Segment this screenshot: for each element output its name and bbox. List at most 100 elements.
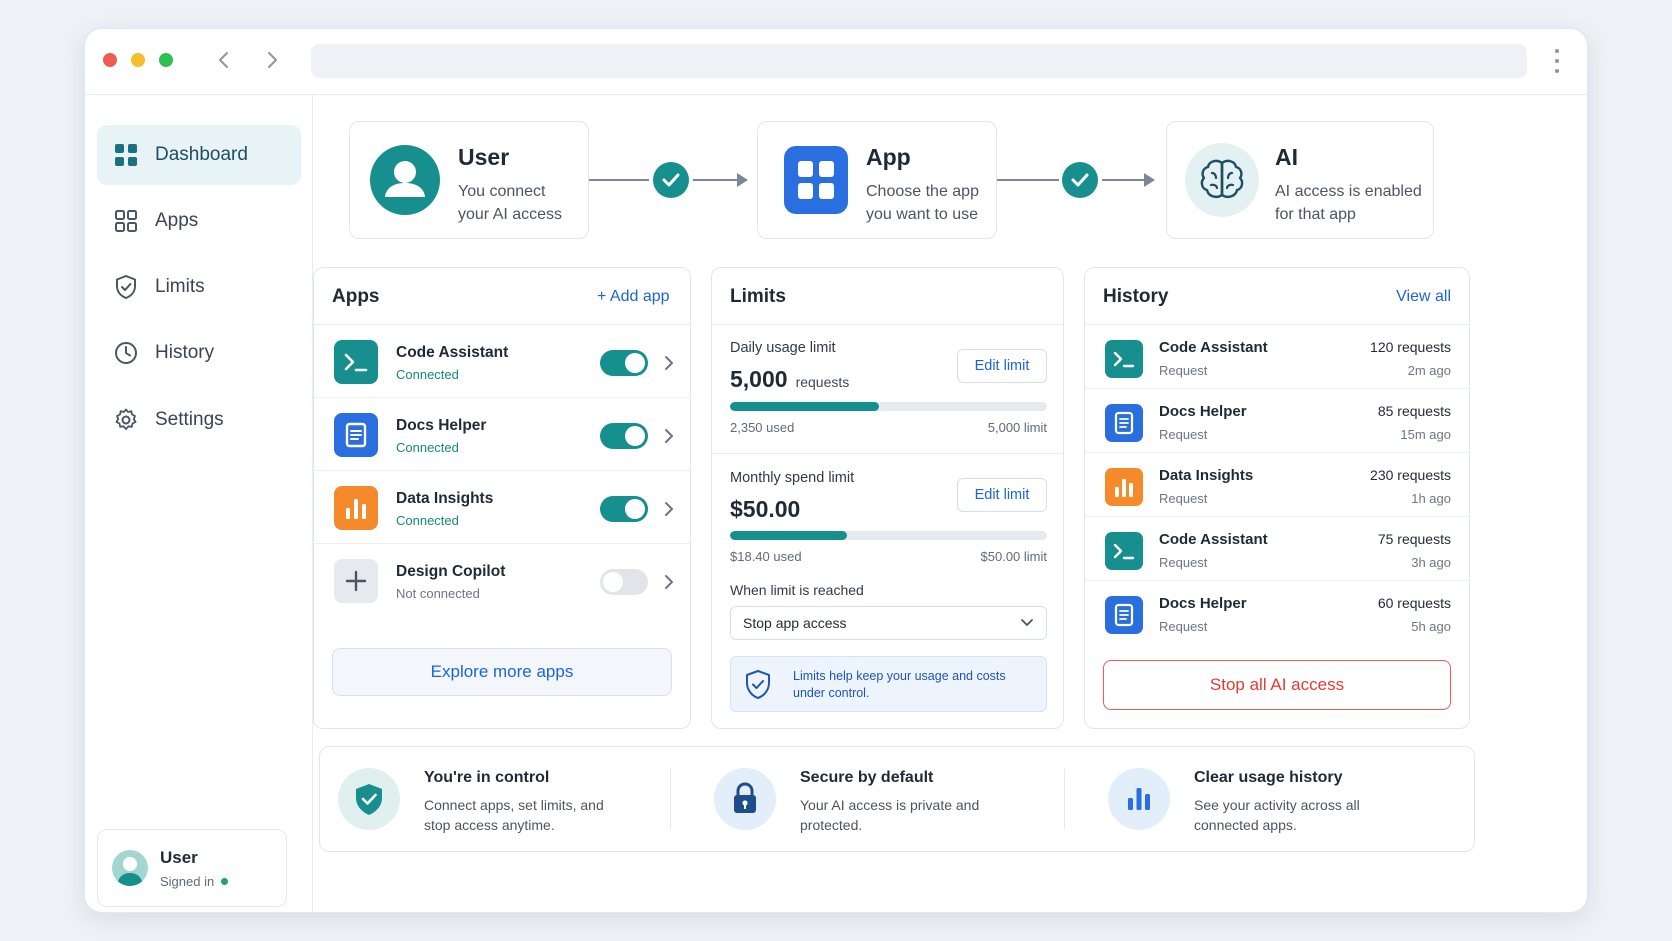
app-name: Code Assistant <box>396 344 509 361</box>
close-window-button[interactable] <box>103 53 117 67</box>
user-profile-card[interactable]: User Signed in <box>97 829 287 907</box>
sidebar-item-limits[interactable]: Limits <box>97 257 301 317</box>
history-row[interactable]: Code Assistant Request 120 requests 2m a… <box>1085 325 1469 389</box>
app-row[interactable]: Docs Helper Connected <box>314 398 690 471</box>
history-row[interactable]: Docs Helper Request 85 requests 15m ago <box>1085 389 1469 453</box>
history-app-name: Code Assistant <box>1159 339 1268 356</box>
app-row[interactable]: Design Copilot Not connected <box>314 544 690 617</box>
brain-icon <box>1185 143 1259 217</box>
chevron-right-icon[interactable] <box>662 501 676 517</box>
history-count: 60 requests <box>1377 595 1451 611</box>
flow-title: User <box>458 144 510 170</box>
sidebar-item-label: Limits <box>155 276 205 297</box>
terminal-icon <box>1105 340 1143 378</box>
app-status: Connected <box>396 367 459 382</box>
divider <box>1064 769 1065 829</box>
flow-description: AI access is enabled for that app <box>1275 183 1422 223</box>
edit-monthly-limit-button[interactable]: Edit limit <box>957 478 1047 512</box>
limits-info-text: Limits help keep your usage and costs un… <box>793 669 1006 700</box>
avatar <box>112 850 148 886</box>
plus-icon <box>334 559 378 603</box>
history-count: 120 requests <box>1370 339 1451 355</box>
flow-step-ai: AI AI access is enabled for that app <box>1166 121 1434 239</box>
app-status: Connected <box>396 513 459 528</box>
feature-title: You're in control <box>424 769 550 786</box>
history-type: Request <box>1159 491 1208 506</box>
document-icon <box>1105 404 1143 442</box>
edit-daily-limit-button[interactable]: Edit limit <box>957 349 1047 383</box>
panel-title: Limits <box>730 286 786 307</box>
flow-step-user: User You connect your AI access <box>349 121 589 239</box>
minimize-window-button[interactable] <box>131 53 145 67</box>
sidebar-item-label: Settings <box>155 409 224 430</box>
sidebar-item-label: Dashboard <box>155 144 248 165</box>
history-row[interactable]: Data Insights Request 230 requests 1h ag… <box>1085 453 1469 517</box>
flow-connector <box>1102 179 1148 181</box>
app-toggle[interactable] <box>600 496 648 522</box>
back-arrow-icon[interactable] <box>211 47 237 73</box>
explore-more-apps-button[interactable]: Explore more apps <box>332 648 672 696</box>
check-icon <box>653 162 689 198</box>
flow-description: You connect your AI access <box>458 183 563 223</box>
sidebar-item-apps[interactable]: Apps <box>97 191 301 251</box>
grid-icon <box>115 144 137 166</box>
browser-window: Dashboard Apps Limits History Settings U… <box>84 28 1588 913</box>
features-bar: You're in control Connect apps, set limi… <box>319 746 1475 852</box>
app-row[interactable]: Code Assistant Connected <box>314 325 690 398</box>
history-type: Request <box>1159 427 1208 442</box>
flow-description: Choose the app you want to use <box>866 183 979 223</box>
feature-description: Connect apps, set limits, and stop acces… <box>424 797 604 833</box>
chevron-right-icon[interactable] <box>662 355 676 371</box>
app-toggle[interactable] <box>600 350 648 376</box>
arrow-right-icon <box>737 173 748 187</box>
app-toggle[interactable] <box>600 569 648 595</box>
gear-icon <box>115 408 137 430</box>
limits-info-note: Limits help keep your usage and costs un… <box>730 656 1047 712</box>
shield-check-icon <box>746 670 770 699</box>
app-status: Connected <box>396 440 459 455</box>
history-row[interactable]: Docs Helper Request 60 requests 5h ago <box>1085 581 1469 645</box>
maximize-window-button[interactable] <box>159 53 173 67</box>
flow-step-app: App Choose the app you want to use <box>757 121 997 239</box>
limit-action-select[interactable]: Stop app access <box>730 606 1047 640</box>
sidebar: Dashboard Apps Limits History Settings U… <box>85 95 313 912</box>
sidebar-item-dashboard[interactable]: Dashboard <box>97 125 301 185</box>
limit-action-value: Stop app access <box>743 615 847 631</box>
daily-limit-label: Daily usage limit <box>730 340 836 356</box>
user-icon <box>370 145 440 215</box>
apps-icon <box>115 210 137 232</box>
view-all-link[interactable]: View all <box>1396 288 1451 306</box>
sidebar-item-history[interactable]: History <box>97 323 301 383</box>
flow-connector <box>997 179 1059 181</box>
chevron-right-icon[interactable] <box>662 574 676 590</box>
history-time: 5h ago <box>1411 619 1451 634</box>
monthly-spend-footer: $18.40 used $50.00 limit <box>730 549 1047 564</box>
forward-arrow-icon[interactable] <box>259 47 285 73</box>
flow-title: AI <box>1275 144 1298 170</box>
history-row[interactable]: Code Assistant Request 75 requests 3h ag… <box>1085 517 1469 581</box>
check-icon <box>1062 162 1098 198</box>
app-status: Not connected <box>396 586 480 601</box>
history-panel: History View all Code Assistant Request … <box>1084 267 1470 729</box>
chevron-right-icon[interactable] <box>662 428 676 444</box>
history-app-name: Docs Helper <box>1159 595 1247 612</box>
history-app-name: Code Assistant <box>1159 531 1268 548</box>
more-menu-icon[interactable] <box>1545 47 1569 75</box>
address-bar[interactable] <box>311 44 1527 78</box>
add-app-button[interactable]: + Add app <box>597 288 670 306</box>
document-icon <box>1105 596 1143 634</box>
app-row[interactable]: Data Insights Connected <box>314 471 690 544</box>
feature-usage-history: Clear usage history See your activity ac… <box>1090 747 1470 853</box>
bar-chart-icon <box>1108 768 1170 830</box>
apps-panel: Apps + Add app Code Assistant Connected … <box>313 267 691 729</box>
sidebar-item-label: History <box>155 342 215 363</box>
sidebar-item-settings[interactable]: Settings <box>97 390 301 450</box>
stop-all-ai-access-button[interactable]: Stop all AI access <box>1103 660 1451 710</box>
history-type: Request <box>1159 555 1208 570</box>
sidebar-item-label: Apps <box>155 210 199 231</box>
bar-chart-icon <box>334 486 378 530</box>
user-status: Signed in <box>160 874 229 889</box>
feature-secure: Secure by default Your AI access is priv… <box>696 747 1046 853</box>
flow-connector <box>693 179 741 181</box>
app-toggle[interactable] <box>600 423 648 449</box>
